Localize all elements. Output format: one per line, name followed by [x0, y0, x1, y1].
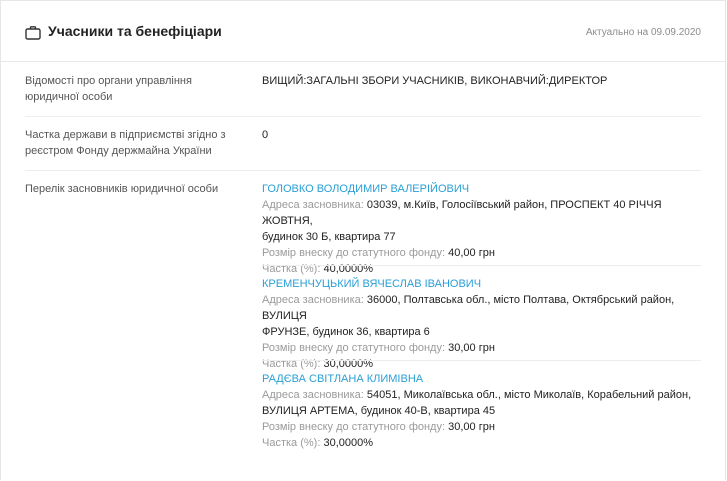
management-label: Відомості про органи управління юридично… — [25, 75, 192, 103]
founder-contribution-value: 30,00 грн — [448, 342, 495, 354]
management-row: Відомості про органи управління юридично… — [25, 62, 701, 117]
founder-name-link[interactable]: КРЕМЕНЧУЦЬКИЙ ВЯЧЕСЛАВ ІВАНОВИЧ — [262, 276, 701, 292]
founder-contribution-value: 40,00 грн — [448, 247, 495, 259]
founder-item: РАДЄВА СВІТЛАНА КЛИМІВНА Адреса засновни… — [262, 371, 701, 451]
briefcase-icon — [25, 25, 41, 41]
founder-address-line2: будинок 30 Б, квартира 77 — [262, 231, 396, 243]
founder-address-line1: 54051, Миколаївська обл., місто Миколаїв… — [366, 389, 692, 401]
founder-address-label: Адреса засновника: — [262, 294, 364, 306]
founder-item: КРЕМЕНЧУЦЬКИЙ ВЯЧЕСЛАВ ІВАНОВИЧ Адреса з… — [262, 276, 701, 372]
founder-name-link[interactable]: ГОЛОВКО ВОЛОДИМИР ВАЛЕРІЙОВИЧ — [262, 181, 701, 197]
founder-share: Частка (%): 30,0000% — [262, 435, 701, 451]
card-header: Учасники та бенефіціари Актуально на 09.… — [1, 1, 725, 62]
founder-contribution: Розмір внеску до статутного фонду: 30,00… — [262, 419, 701, 435]
founder-contribution-value: 30,00 грн — [448, 421, 495, 433]
founder-address: Адреса засновника: 36000, Полтавська обл… — [262, 292, 701, 324]
state-share-label: Частка держави в підприємстві згідно з р… — [25, 129, 226, 157]
founder-address-line2: ВУЛИЦЯ АРТЕМА, будинок 40-В, квартира 45 — [262, 405, 496, 417]
management-value: ВИЩИЙ:ЗАГАЛЬНІ ЗБОРИ УЧАСНИКІВ, ВИКОНАВЧ… — [262, 75, 608, 87]
founder-share: Частка (%): 40,0000% — [262, 261, 701, 277]
founder-name-link[interactable]: РАДЄВА СВІТЛАНА КЛИМІВНА — [262, 371, 701, 387]
founder-contribution-label: Розмір внеску до статутного фонду: — [262, 247, 446, 259]
founder-share: Частка (%): 30,0000% — [262, 356, 701, 372]
founder-contribution: Розмір внеску до статутного фонду: 40,00… — [262, 245, 701, 261]
founders-row: Перелік засновників юридичної особи ГОЛО… — [25, 171, 701, 481]
founder-address: Адреса засновника: 54051, Миколаївська о… — [262, 387, 701, 403]
founder-divider — [262, 265, 701, 266]
founder-contribution-label: Розмір внеску до статутного фонду: — [262, 342, 446, 354]
founder-address-label: Адреса засновника: — [262, 199, 364, 211]
founder-share-label: Частка (%): — [262, 437, 321, 449]
founder-address: Адреса засновника: 03039, м.Київ, Голосі… — [262, 197, 701, 229]
founder-divider — [262, 360, 701, 361]
actuality-date: Актуально на 09.09.2020 — [585, 27, 701, 38]
founder-share-value: 30,0000% — [323, 437, 373, 449]
founders-label: Перелік засновників юридичної особи — [25, 183, 219, 195]
founder-item: ГОЛОВКО ВОЛОДИМИР ВАЛЕРІЙОВИЧ Адреса зас… — [262, 181, 701, 277]
founder-contribution-label: Розмір внеску до статутного фонду: — [262, 421, 446, 433]
state-share-value: 0 — [262, 129, 269, 141]
founder-address-label: Адреса засновника: — [262, 389, 364, 401]
state-share-row: Частка держави в підприємстві згідно з р… — [25, 117, 701, 171]
card-title: Учасники та бенефіціари — [48, 23, 222, 39]
founder-contribution: Розмір внеску до статутного фонду: 30,00… — [262, 340, 701, 356]
participants-card: Учасники та бенефіціари Актуально на 09.… — [0, 0, 726, 480]
founder-address-line2: ФРУНЗЕ, будинок 36, квартира 6 — [262, 326, 430, 338]
